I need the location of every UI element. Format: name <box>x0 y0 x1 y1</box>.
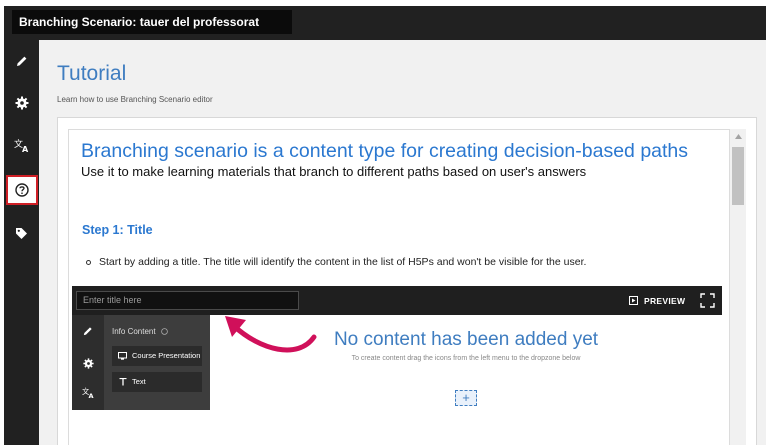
screenshot-translate-icon: 文 A <box>80 385 96 401</box>
svg-text:A: A <box>22 145 29 153</box>
sidebar-item-edit[interactable] <box>4 44 39 78</box>
scroll-up-button[interactable] <box>730 129 746 143</box>
preview-icon <box>629 296 638 305</box>
page-title: Tutorial <box>57 62 127 85</box>
presentation-icon <box>118 352 127 360</box>
scenario-title[interactable]: Branching Scenario: tauer del professora… <box>12 10 292 34</box>
info-icon <box>161 328 168 336</box>
tutorial-scroll-area[interactable]: Branching scenario is a content type for… <box>68 129 730 445</box>
tutorial-panel: Branching scenario is a content type for… <box>57 117 757 445</box>
menu-item-label: Course Presentation <box>132 351 201 360</box>
sidebar-item-settings[interactable] <box>4 86 39 120</box>
scrollbar-thumb[interactable] <box>732 147 744 205</box>
menu-header-label: Info Content <box>112 327 156 336</box>
branching-scenario-editor: Branching Scenario: tauer del professora… <box>0 0 766 445</box>
help-circle-icon <box>15 183 29 197</box>
preview-label: PREVIEW <box>644 295 686 306</box>
sidebar-item-metadata[interactable] <box>4 216 39 250</box>
screenshot-menu-item: Text <box>112 372 202 392</box>
screenshot-dropzone: + <box>455 390 477 406</box>
editor-screenshot: Enter title here PREVIEW 文 A Info Conten… <box>72 286 722 410</box>
screenshot-gear-icon <box>80 355 96 371</box>
sidebar-item-translations[interactable]: 文 A <box>4 129 39 163</box>
tutorial-content-area: Tutorial Learn how to use Branching Scen… <box>39 40 766 445</box>
vertical-scrollbar[interactable] <box>730 129 746 445</box>
caret-up-icon <box>734 133 742 139</box>
screenshot-menu-header: Info Content <box>112 327 168 336</box>
screenshot-menu-item: Course Presentation <box>112 346 202 366</box>
fullscreen-icon <box>700 293 715 308</box>
top-bar: Branching Scenario: tauer del professora… <box>4 6 766 40</box>
gear-icon <box>15 96 28 110</box>
editor-sidebar: 文 A <box>4 40 39 445</box>
tag-icon <box>16 227 27 239</box>
translate-icon: 文 A <box>14 139 29 153</box>
pencil-icon <box>16 56 26 66</box>
screenshot-preview-button: PREVIEW <box>629 286 685 315</box>
sidebar-item-tutorial[interactable] <box>6 175 38 205</box>
screenshot-sidebar: 文 A <box>72 315 104 410</box>
svg-text:A: A <box>88 392 93 399</box>
page-subtitle: Learn how to use Branching Scenario edit… <box>57 95 213 104</box>
menu-item-label: Text <box>132 377 146 386</box>
screenshot-toolbar: Enter title here PREVIEW <box>72 286 722 315</box>
bullet-marker <box>86 260 91 265</box>
text-icon <box>119 378 127 386</box>
tutorial-heading: Branching scenario is a content type for… <box>81 140 689 162</box>
step-title: Step 1: Title <box>82 223 153 237</box>
tutorial-lead: Use it to make learning materials that b… <box>81 164 587 179</box>
screenshot-pencil-icon <box>80 323 96 339</box>
screenshot-content-menu: Info Content Course Presentation Text <box>104 315 210 410</box>
callout-arrow-icon <box>225 316 317 353</box>
screenshot-empty-subtitle: To create content drag the icons from th… <box>351 355 581 362</box>
step-instruction: Start by adding a title. The title will … <box>99 256 587 268</box>
